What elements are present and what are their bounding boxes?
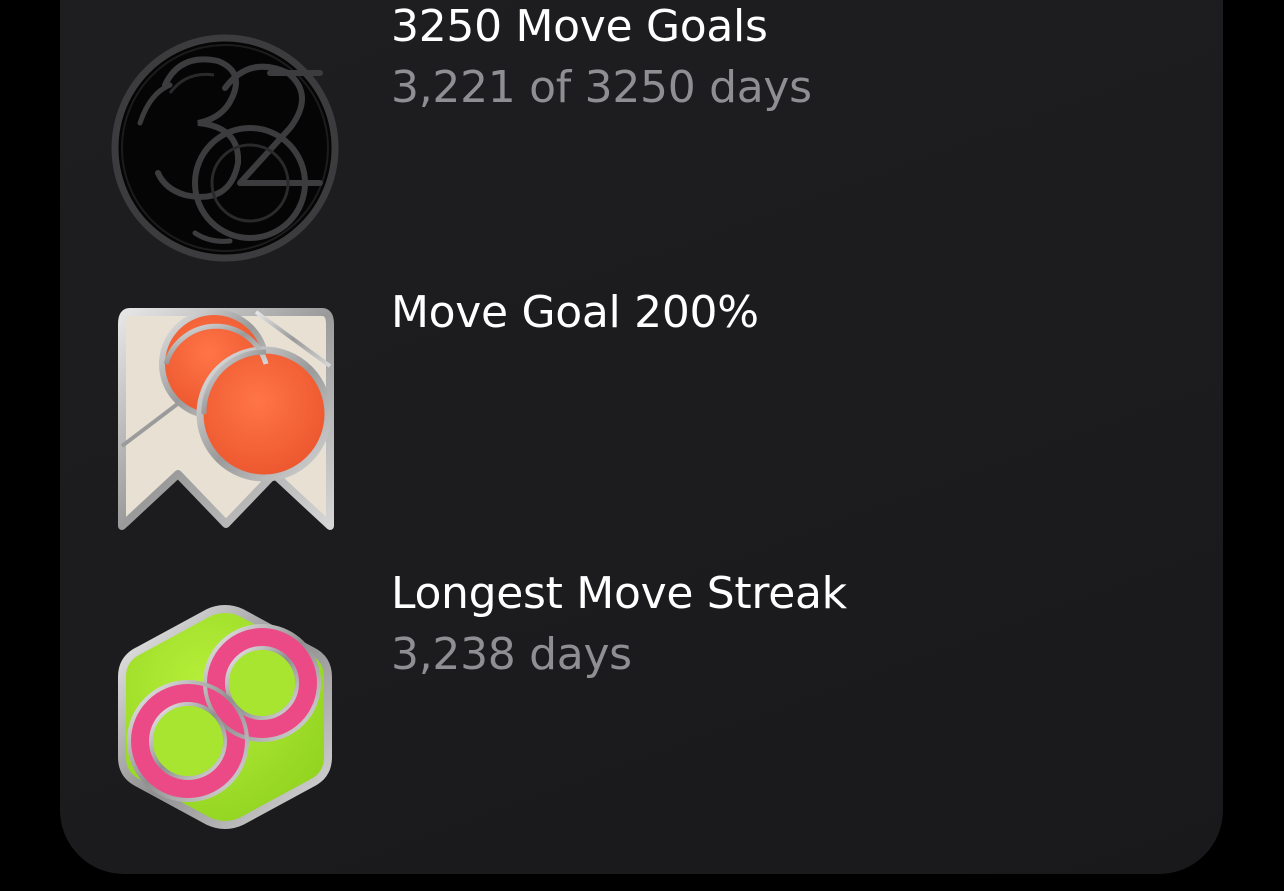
award-text: 3250 Move Goals 3,221 of 3250 days bbox=[391, 0, 812, 119]
longest-move-streak-badge-icon bbox=[116, 603, 334, 831]
award-subtitle: 3,221 of 3250 days bbox=[391, 62, 812, 113]
award-row-3250-move-goals[interactable]: 3250 Move Goals 3,221 of 3250 days bbox=[60, 0, 1223, 290]
award-title: Longest Move Streak bbox=[391, 568, 847, 619]
move-goal-200-badge-icon bbox=[116, 306, 336, 532]
award-subtitle: 3,238 days bbox=[391, 629, 632, 680]
award-row-move-goal-200[interactable]: Move Goal 200% bbox=[60, 287, 1223, 580]
award-title: Move Goal 200% bbox=[391, 287, 759, 338]
move-goals-3250-badge-icon bbox=[110, 33, 340, 263]
award-text: Longest Move Streak 3,238 days bbox=[391, 564, 847, 686]
award-text: Move Goal 200% bbox=[391, 283, 759, 343]
award-title: 3250 Move Goals bbox=[391, 1, 768, 52]
award-row-longest-move-streak[interactable]: Longest Move Streak 3,238 days bbox=[60, 568, 1223, 870]
awards-card: 3250 Move Goals 3,221 of 3250 days Move … bbox=[60, 0, 1223, 874]
